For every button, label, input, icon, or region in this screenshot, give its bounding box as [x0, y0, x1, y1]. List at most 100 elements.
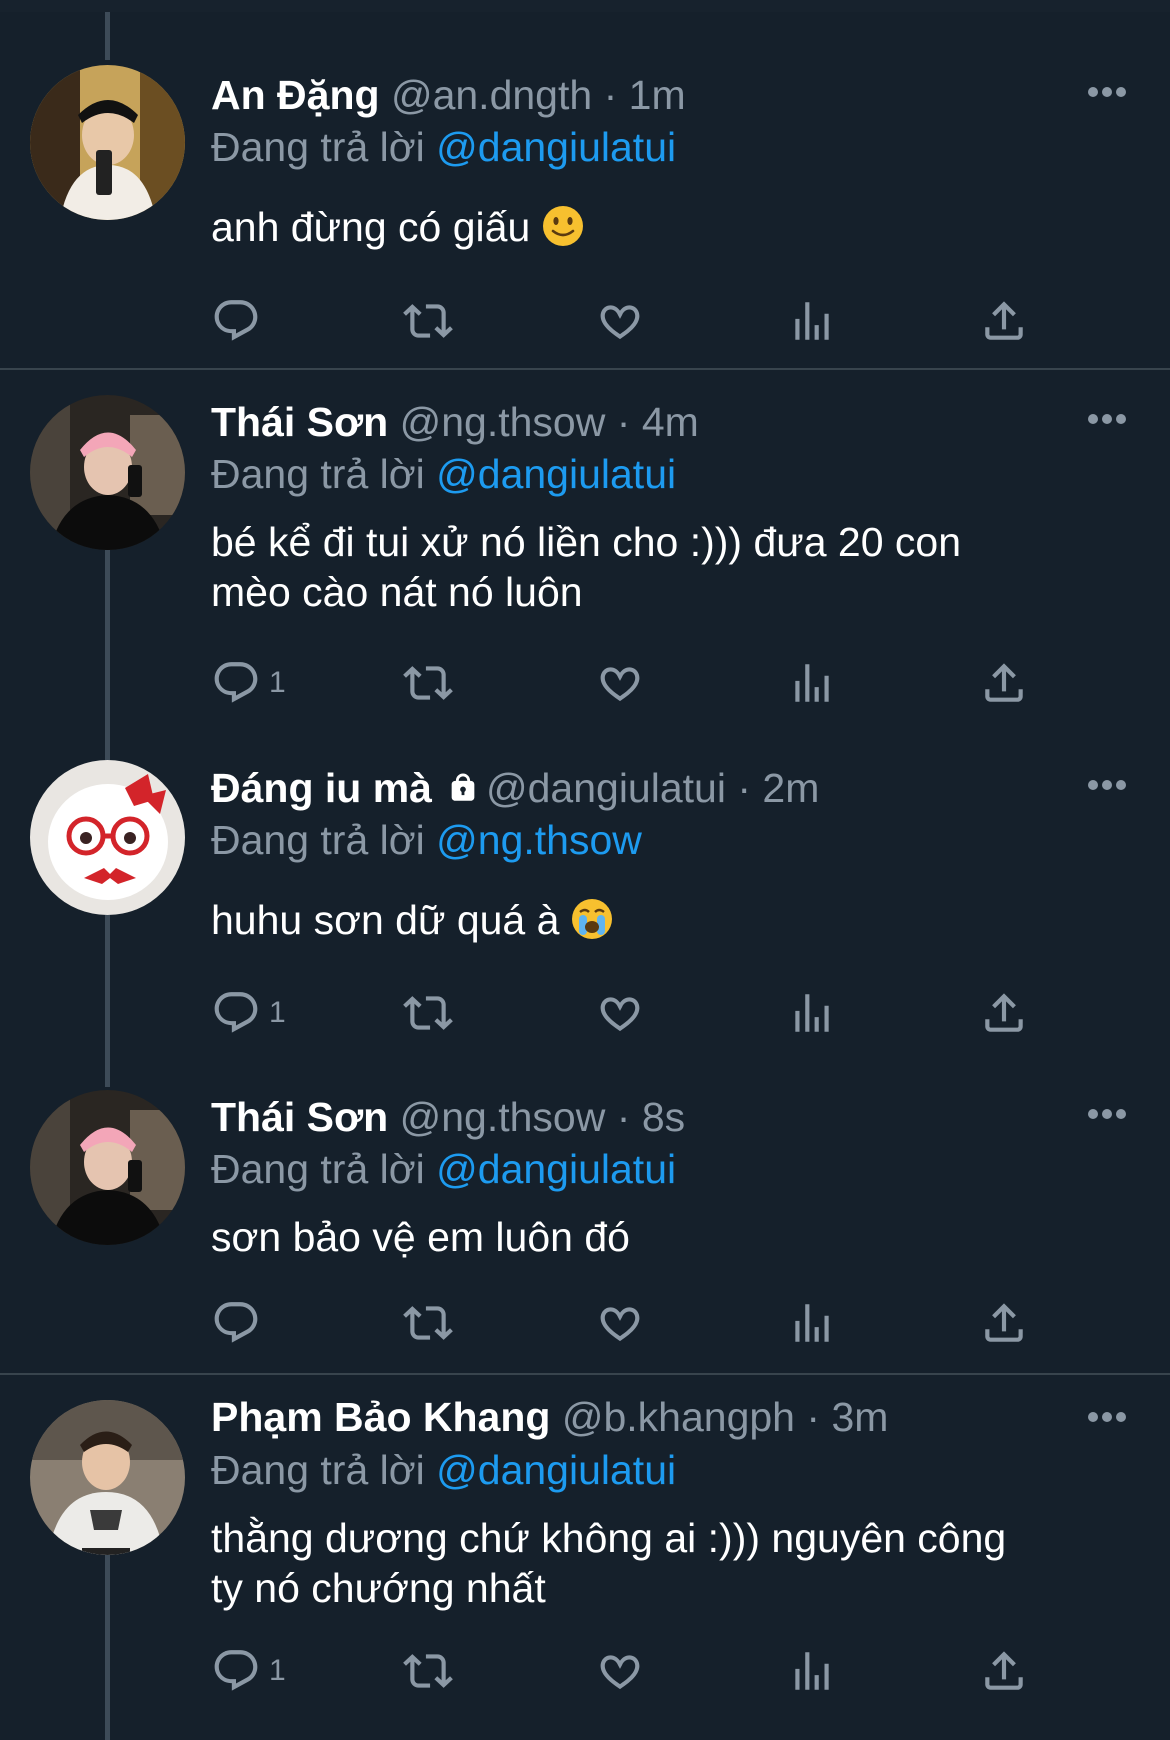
retweet-button[interactable]: [403, 1297, 453, 1349]
tweet-actions: [211, 295, 1041, 347]
share-button[interactable]: [979, 1645, 1029, 1697]
tweet-actions: [211, 1297, 1041, 1349]
replying-to-label: Đang trả lời: [211, 124, 425, 170]
handle[interactable]: @ng.thsow: [400, 1094, 606, 1140]
reply-button[interactable]: 1: [211, 1645, 286, 1697]
display-name[interactable]: An Đặng: [211, 72, 380, 118]
reply-icon: [211, 1646, 261, 1696]
avatar[interactable]: [30, 1400, 185, 1555]
retweet-button[interactable]: [403, 987, 453, 1039]
timestamp[interactable]: 2m: [762, 765, 819, 811]
tweet-text: thằng dương chứ không ai :))) nguyên côn…: [211, 1513, 1111, 1613]
share-button[interactable]: [979, 987, 1029, 1039]
more-options-icon[interactable]: [1087, 1411, 1127, 1423]
mention-link[interactable]: @dangiulatui: [436, 1447, 676, 1493]
loudly-crying-face-icon: [571, 899, 612, 939]
reply-button[interactable]: 1: [211, 987, 286, 1039]
retweet-icon: [403, 988, 453, 1038]
tweet-text: huhu sơn dữ quá à: [211, 895, 1111, 945]
timestamp[interactable]: 4m: [642, 399, 699, 445]
avatar[interactable]: [30, 1090, 185, 1245]
reply-button[interactable]: [211, 1297, 261, 1349]
mention-link[interactable]: @dangiulatui: [436, 124, 676, 170]
more-options-icon[interactable]: [1087, 86, 1127, 98]
retweet-icon: [403, 296, 453, 346]
timestamp[interactable]: 1m: [629, 72, 686, 118]
tweet-text-line: bé kể đi tui xử nó liền cho :))) đưa 20 …: [211, 519, 962, 565]
handle[interactable]: @dangiulatui: [486, 765, 726, 811]
like-button[interactable]: [595, 987, 645, 1039]
like-button[interactable]: [595, 1645, 645, 1697]
like-button[interactable]: [595, 657, 645, 709]
replying-to: Đang trả lời @ng.thsow: [211, 815, 642, 865]
views-icon: [787, 1646, 837, 1696]
reply-button[interactable]: 1: [211, 657, 286, 709]
handle[interactable]: @b.khangph: [562, 1394, 795, 1440]
retweet-button[interactable]: [403, 657, 453, 709]
reply-icon: [211, 658, 261, 708]
more-options-icon[interactable]: [1087, 1108, 1127, 1120]
tweet-header: Thái Sơn @ng.thsow · 8s: [211, 1092, 685, 1142]
retweet-icon: [403, 1646, 453, 1696]
separator-dot: ·: [603, 72, 618, 118]
avatar[interactable]: [30, 395, 185, 550]
tweet[interactable]: An Đặng @an.dngth · 1m Đang trả lời @dan…: [0, 0, 1170, 370]
replying-to-label: Đang trả lời: [211, 1146, 425, 1192]
display-name[interactable]: Thái Sơn: [211, 1094, 388, 1140]
more-options-icon[interactable]: [1087, 779, 1127, 791]
avatar[interactable]: [30, 760, 185, 915]
tweet-text-line: ty nó chướng nhất: [211, 1565, 546, 1611]
tweet[interactable]: Thái Sơn @ng.thsow · 4m Đang trả lời @da…: [0, 370, 1170, 730]
mention-link[interactable]: @dangiulatui: [436, 451, 676, 497]
retweet-icon: [403, 658, 453, 708]
tweet[interactable]: Thái Sơn @ng.thsow · 8s Đang trả lời @da…: [0, 1080, 1170, 1375]
share-button[interactable]: [979, 295, 1029, 347]
reply-count: 1: [269, 996, 286, 1029]
tweet-text: anh đừng có giấu: [211, 202, 1111, 252]
views-button[interactable]: [787, 1645, 837, 1697]
share-button[interactable]: [979, 657, 1029, 709]
separator-dot: ·: [806, 1394, 821, 1440]
tweet-actions: 1: [211, 987, 1041, 1039]
tweet-actions: 1: [211, 1645, 1041, 1697]
mention-link[interactable]: @dangiulatui: [436, 1146, 676, 1192]
replying-to: Đang trả lời @dangiulatui: [211, 1144, 676, 1194]
display-name[interactable]: Phạm Bảo Khang: [211, 1394, 550, 1440]
reply-button[interactable]: [211, 295, 261, 347]
like-button[interactable]: [595, 295, 645, 347]
like-icon: [595, 658, 645, 708]
views-button[interactable]: [787, 987, 837, 1039]
handle[interactable]: @ng.thsow: [400, 399, 606, 445]
views-icon: [787, 296, 837, 346]
like-icon: [595, 1646, 645, 1696]
handle[interactable]: @an.dngth: [391, 72, 592, 118]
retweet-button[interactable]: [403, 295, 453, 347]
timestamp[interactable]: 8s: [642, 1094, 685, 1140]
reply-count: 1: [269, 666, 286, 699]
replying-to: Đang trả lời @dangiulatui: [211, 449, 676, 499]
replying-to: Đang trả lời @dangiulatui: [211, 1445, 676, 1495]
views-button[interactable]: [787, 295, 837, 347]
tweet-header: Thái Sơn @ng.thsow · 4m: [211, 397, 699, 447]
separator-dot: ·: [616, 1094, 631, 1140]
tweet[interactable]: Đáng iu mà @dangiulatui · 2m Đang trả lời…: [0, 735, 1170, 1080]
display-name[interactable]: Đáng iu mà: [211, 765, 432, 811]
timestamp[interactable]: 3m: [831, 1394, 888, 1440]
like-button[interactable]: [595, 1297, 645, 1349]
retweet-button[interactable]: [403, 1645, 453, 1697]
tweet-text-content: anh đừng có giấu: [211, 204, 531, 250]
replying-to-label: Đang trả lời: [211, 817, 425, 863]
mention-link[interactable]: @ng.thsow: [436, 817, 642, 863]
share-button[interactable]: [979, 1297, 1029, 1349]
more-options-icon[interactable]: [1087, 413, 1127, 425]
views-button[interactable]: [787, 657, 837, 709]
reply-count: 1: [269, 1654, 286, 1687]
tweet-text-line: thằng dương chứ không ai :))) nguyên côn…: [211, 1515, 1007, 1561]
like-icon: [595, 1298, 645, 1348]
display-name[interactable]: Thái Sơn: [211, 399, 388, 445]
tweet-header: Phạm Bảo Khang @b.khangph · 3m: [211, 1392, 888, 1442]
tweet-header: An Đặng @an.dngth · 1m: [211, 70, 686, 120]
tweet[interactable]: Phạm Bảo Khang @b.khangph · 3m Đang trả …: [0, 1375, 1170, 1740]
views-button[interactable]: [787, 1297, 837, 1349]
avatar[interactable]: [30, 65, 185, 220]
